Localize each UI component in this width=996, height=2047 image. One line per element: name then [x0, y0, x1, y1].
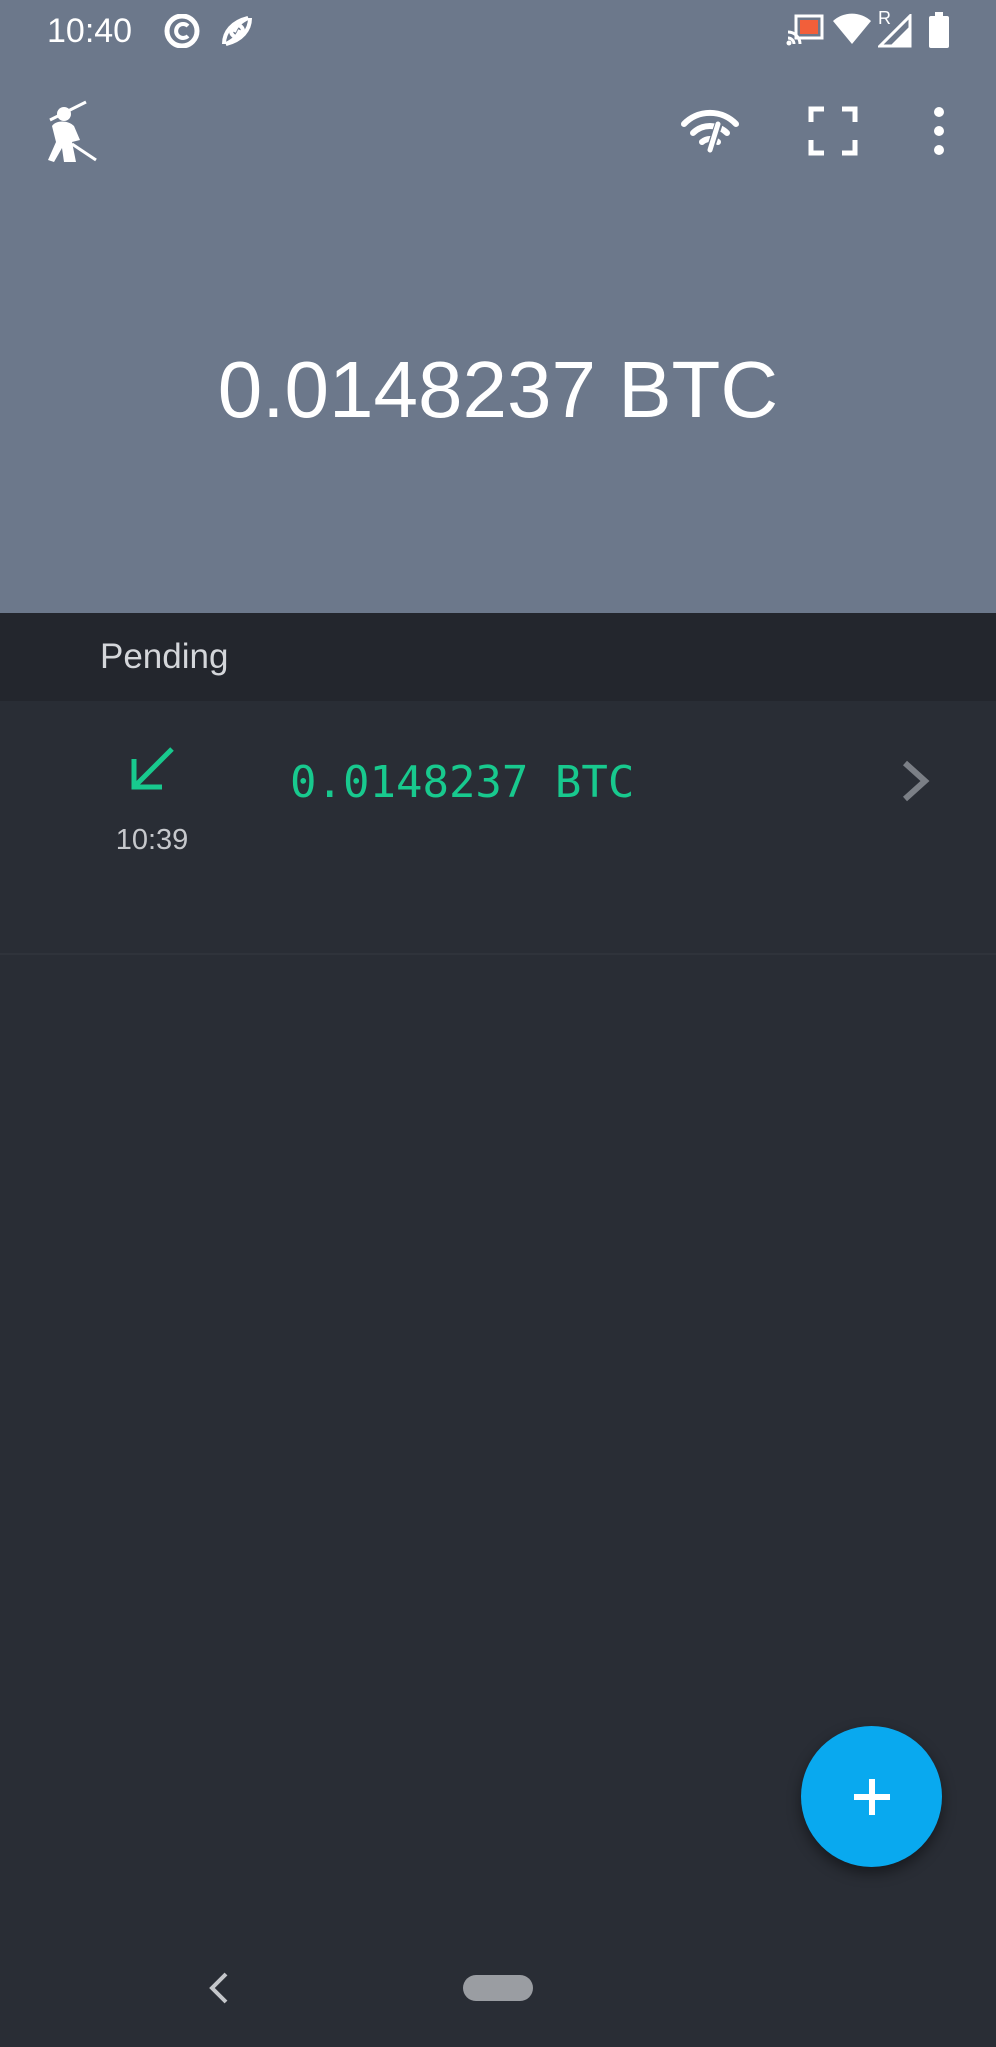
wallet-header: 10:40 R 0.0148237 BTC	[0, 0, 996, 613]
hurricane-icon	[222, 16, 252, 46]
section-header-pending: Pending	[0, 613, 996, 701]
wifi-icon	[833, 13, 871, 44]
chevron-right-icon	[902, 760, 930, 802]
navigation-bar	[0, 1930, 996, 2047]
add-button[interactable]	[801, 1726, 942, 1867]
section-title: Pending	[100, 637, 229, 676]
status-bar: 10:40 R	[0, 0, 996, 62]
transaction-amount: 0.0148237 BTC	[290, 757, 635, 808]
transaction-time: 10:39	[115, 824, 189, 856]
signal-app-icon	[164, 14, 200, 48]
cast-icon	[786, 14, 824, 46]
status-time: 10:40	[47, 12, 133, 50]
scan-qr-icon[interactable]	[808, 106, 858, 156]
wallet-balance[interactable]: 0.0148237 BTC	[0, 330, 996, 450]
back-icon[interactable]	[204, 1970, 234, 2006]
toolbar	[0, 62, 996, 202]
cellular-roaming-icon	[878, 14, 912, 48]
samurai-logo-icon[interactable]	[42, 100, 98, 164]
transaction-row[interactable]: 10:39 0.0148237 BTC	[0, 701, 996, 955]
battery-icon	[929, 12, 949, 48]
plus-icon	[853, 1778, 890, 1815]
home-pill[interactable]	[463, 1975, 533, 2001]
arrow-incoming-icon	[131, 747, 174, 790]
network-status-icon[interactable]	[680, 104, 740, 154]
more-options-icon[interactable]	[930, 106, 948, 156]
